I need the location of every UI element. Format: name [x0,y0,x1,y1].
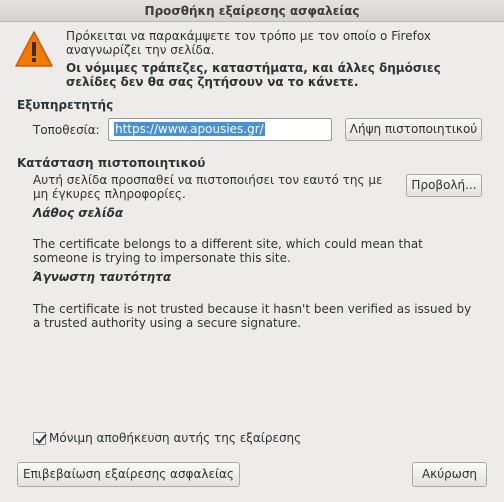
cancel-button[interactable]: Ακύρωση [412,462,487,487]
location-label: Τοποθεσία: [33,123,100,137]
permanent-exception-checkbox[interactable] [33,432,47,445]
server-heading: Εξυπηρετητής [17,98,114,112]
unknown-identity-line: The certificate is not trusted because i… [33,302,472,316]
wrong-site-title: Λάθος σελίδα [33,206,124,220]
warning-triangle-icon [14,30,54,70]
intro-text: Πρόκειται να παρακάμψετε τον τρόπο με το… [66,29,486,89]
cert-desc-line: μη έγκυρες πληροφορίες. [33,187,186,201]
confirm-exception-button[interactable]: Επιβεβαίωση εξαίρεσης ασφαλείας [17,462,240,487]
cert-desc-line: Αυτή σελίδα προσπαθεί να πιστοποιήσει το… [33,173,383,187]
cert-status-heading: Κατάσταση πιστοποιητικού [17,156,206,170]
wrong-site-line: someone is trying to impersonate this si… [33,251,291,265]
window-title: Προσθήκη εξαίρεσης ασφαλείας [144,4,360,18]
wrong-site-line: The certificate belongs to a different s… [33,237,423,251]
wrong-site-text: The certificate belongs to a different s… [33,237,423,265]
checkmark-icon [35,433,47,444]
intro-line: αναγνωρίζει την σελίδα. [66,43,215,57]
location-input-value: https://www.apousies.gr/ [114,122,265,136]
intro-line: Πρόκειται να παρακάμψετε τον τρόπο με το… [66,29,431,43]
cert-status-description: Αυτή σελίδα προσπαθεί να πιστοποιήσει το… [33,173,382,201]
unknown-identity-text: The certificate is not trusted because i… [33,302,471,330]
unknown-identity-title: Άγνωστη ταυτότητα [33,270,172,284]
intro-warning-line: σελίδες δεν θα σας ζητήσουν να το κάνετε… [66,75,359,89]
intro-warning-line: Οι νόμιμες τράπεζες, καταστήματα, και άλ… [66,61,441,75]
title-bar: Προσθήκη εξαίρεσης ασφαλείας [0,0,504,22]
permanent-exception-label: Μόνιμη αποθήκευση αυτής της εξαίρεσης [49,431,302,445]
location-input[interactable]: https://www.apousies.gr/ [108,118,332,141]
unknown-identity-line: a trusted authority using a secure signa… [33,316,302,330]
get-certificate-button[interactable]: Λήψη πιστοποιητικού [345,118,482,141]
view-certificate-button[interactable]: Προβολή... [406,174,482,197]
